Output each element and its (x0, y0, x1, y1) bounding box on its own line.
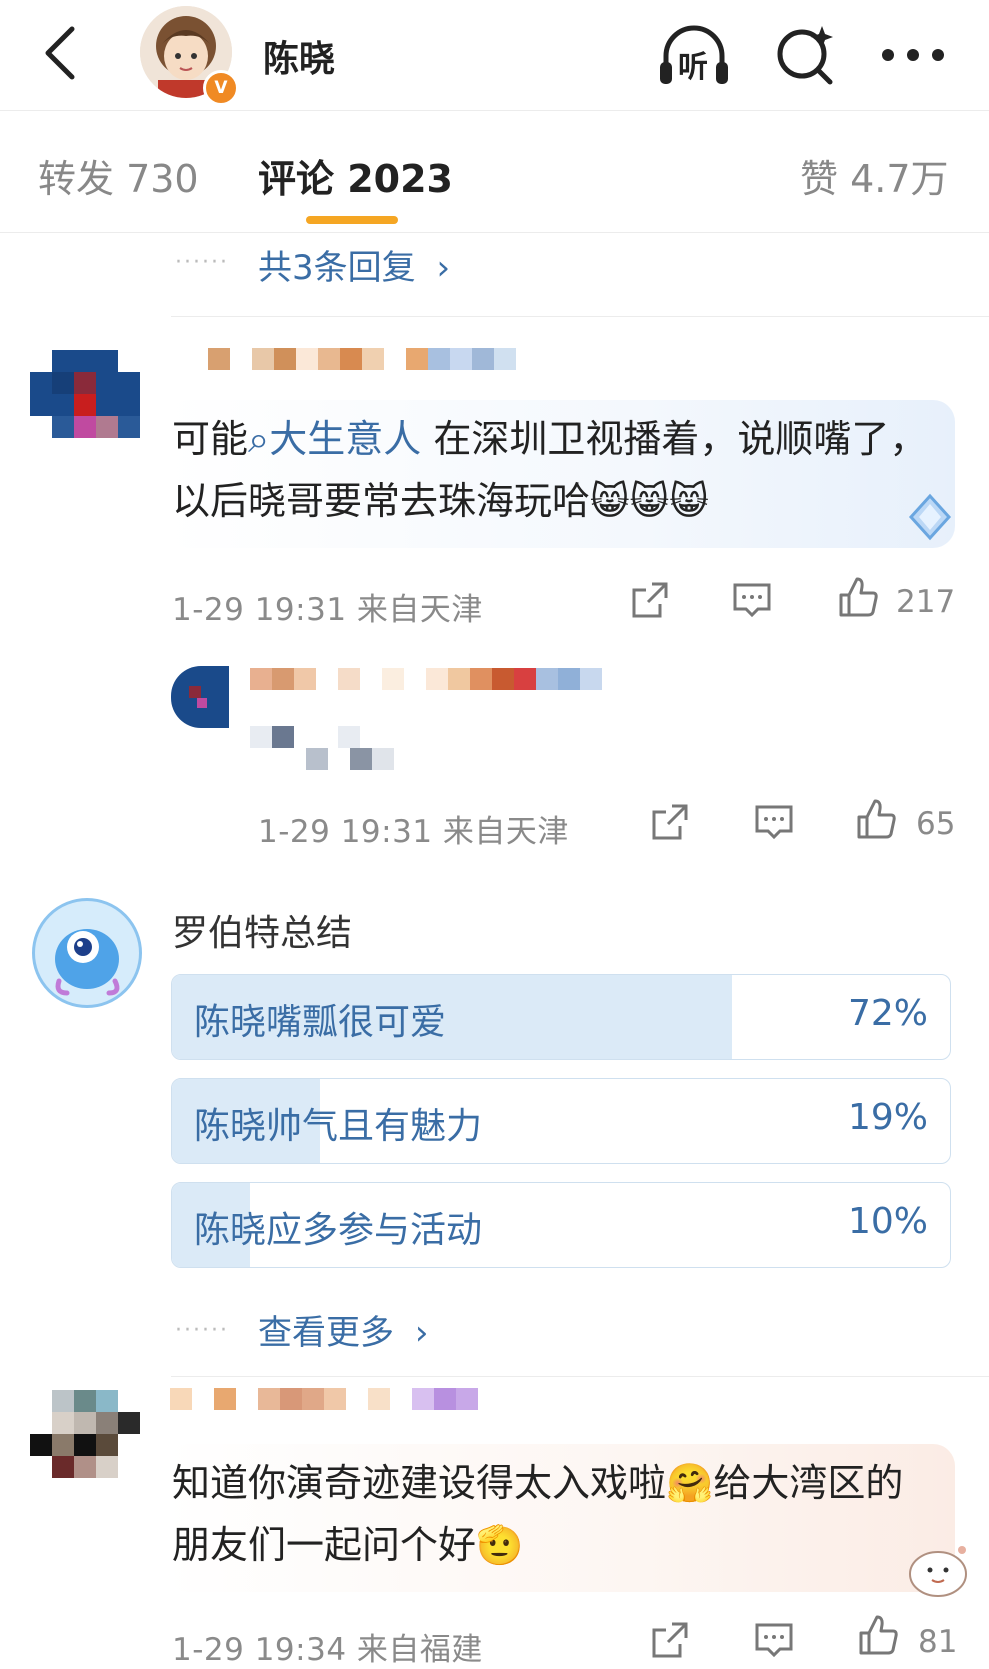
poll-option-label: 陈晓嘴瓢很可爱 (194, 1002, 447, 1043)
thumbs-up-icon (857, 799, 896, 839)
listen-label: 听 (678, 50, 708, 85)
reply-comment-button[interactable] (752, 800, 796, 844)
listen-button[interactable]: 听 (656, 20, 732, 90)
verified-badge: V (203, 70, 239, 106)
share-button[interactable] (648, 1618, 692, 1662)
tab-likes[interactable]: 赞 4.7万 (800, 148, 949, 203)
tab-reposts[interactable]: 转发 730 (38, 148, 199, 203)
more-button[interactable] (878, 20, 948, 90)
commenter-name-blurred[interactable] (208, 348, 516, 370)
diamond-badge-icon (905, 492, 955, 546)
poll-option-percent: 72% (847, 993, 928, 1034)
comment-text[interactable]: 可能⌕大生意人 在深圳卫视播着，说顺嘴了，以后晓哥要常去珠海玩哈😸😸😸 (172, 408, 942, 532)
topic-mention-link[interactable]: 大生意人 (269, 417, 421, 461)
share-button[interactable] (628, 578, 672, 622)
view-more-label: 查看更多 (258, 1313, 394, 1353)
robot-avatar-illustration (55, 929, 120, 996)
like-button[interactable] (836, 574, 880, 620)
back-button[interactable] (30, 18, 90, 88)
thumbs-up-icon (859, 1615, 898, 1655)
comment-icon (755, 805, 793, 840)
commenter-avatar[interactable] (30, 350, 140, 438)
like-count: 81 (918, 1624, 958, 1660)
poll-option-percent: 10% (847, 1201, 928, 1242)
tabs-divider (0, 232, 989, 233)
reply-avatar[interactable] (171, 666, 229, 728)
chevron-right-icon: › (436, 248, 451, 288)
reply-text-blurred-2 (306, 748, 394, 770)
topic-search-icon: ⌕ (248, 417, 270, 461)
view-replies-link[interactable]: 共3条回复 › (258, 240, 450, 289)
reply-button[interactable] (730, 578, 774, 622)
reply-meta: 1-29 19:31 来自天津 (258, 814, 569, 850)
like-count: 217 (896, 584, 956, 620)
poll-option-percent: 19% (847, 1097, 928, 1138)
share-icon (652, 1622, 688, 1658)
comment-text-before: 可能 (172, 417, 249, 461)
tab-comments[interactable]: 评论 2023 (258, 148, 453, 203)
reply-share-button[interactable] (648, 800, 692, 844)
bot-name[interactable]: 罗伯特总结 (172, 904, 352, 956)
poll-option-label: 陈晓应多参与活动 (194, 1210, 483, 1251)
comment-meta: 1-29 19:31 来自天津 (172, 592, 483, 628)
reply-button[interactable] (752, 1618, 796, 1662)
comment-icon (755, 1623, 793, 1658)
section-divider (171, 1376, 989, 1377)
author-name[interactable]: 陈晓 (263, 30, 335, 82)
thumbs-up-icon (839, 577, 878, 617)
poll-option[interactable]: 陈晓帅气且有魅力 19% (171, 1078, 951, 1164)
poll-option[interactable]: 陈晓应多参与活动 10% (171, 1182, 951, 1268)
thread-dots: ······ (175, 250, 229, 275)
poll-option-label: 陈晓帅气且有魅力 (194, 1106, 483, 1147)
section-divider (171, 316, 989, 317)
commenter-avatar[interactable] (30, 1390, 140, 1478)
like-button[interactable] (856, 1614, 900, 1656)
thread-dots: ······ (175, 1318, 229, 1343)
share-icon (652, 804, 688, 840)
mascot-sticker-icon (902, 1540, 972, 1600)
top-bar: V 陈晓 听 (0, 0, 989, 111)
back-arrow-icon (45, 26, 75, 80)
comment-text[interactable]: 知道你演奇迹建设得太入戏啦🤗给大湾区的朋友们一起问个好🫡 (172, 1452, 932, 1576)
reply-like-button[interactable] (854, 796, 898, 842)
reply-name-blurred[interactable] (250, 668, 602, 690)
chevron-right-icon: › (414, 1313, 429, 1353)
active-tab-indicator (306, 216, 398, 224)
reply-text-blurred (250, 726, 360, 748)
reply-like-count: 65 (916, 806, 956, 842)
share-icon (632, 582, 668, 618)
comment-meta: 1-29 19:34 来自福建 (172, 1632, 483, 1668)
view-replies-label: 共3条回复 (258, 248, 416, 288)
commenter-name-blurred[interactable] (170, 1388, 478, 1410)
more-icon (882, 49, 944, 61)
comment-icon (733, 583, 771, 618)
search-button[interactable] (770, 20, 840, 90)
view-more-link[interactable]: 查看更多 › (258, 1305, 428, 1354)
poll-option[interactable]: 陈晓嘴瓢很可爱 72% (171, 974, 951, 1060)
bot-avatar[interactable] (32, 898, 142, 1008)
search-sparkle-icon (777, 26, 833, 85)
